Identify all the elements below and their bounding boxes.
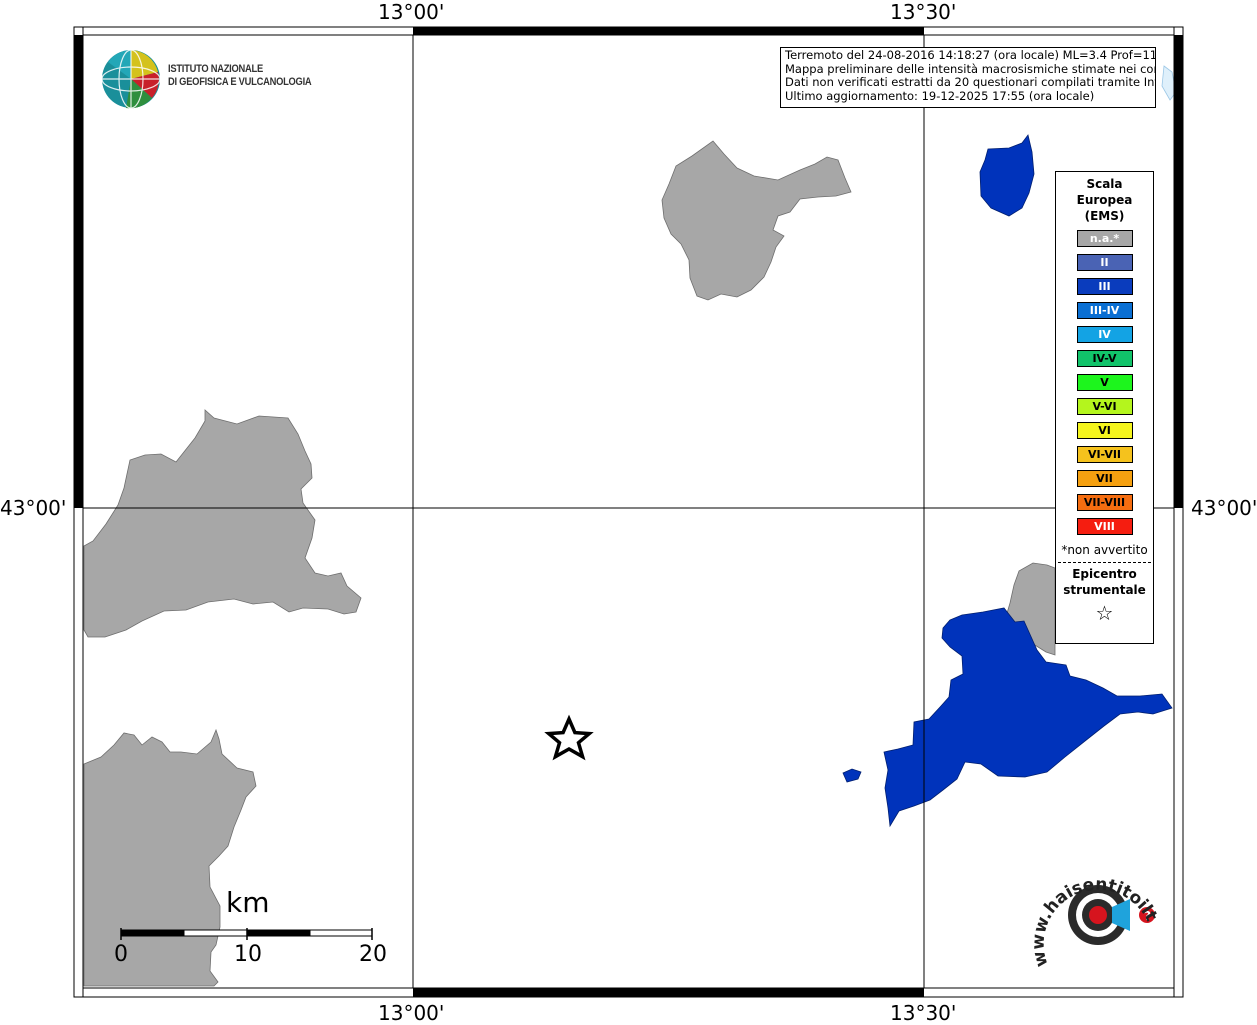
logo-line-1: ISTITUTO NAZIONALE [168, 63, 263, 75]
lat-label-left-4300: 43°00' [0, 496, 67, 520]
legend-epicenter-line-2: strumentale [1063, 583, 1146, 597]
speaker-target-icon: ? www.haisentitoilterremoto.it [1021, 840, 1161, 969]
info-line-4: Ultimo aggiornamento: 19-12-2025 17:55 (… [785, 88, 1095, 103]
earthquake-info-box: Terremoto del 24-08-2016 14:18:27 (ora l… [780, 47, 1156, 108]
legend-item-ii: II [1076, 254, 1133, 271]
legend-epicenter-star-icon: ☆ [1095, 601, 1114, 625]
lat-label-right-4300: 43°00' [1191, 496, 1257, 520]
legend-item-vii: VII [1076, 470, 1133, 487]
scale-bar-label-10: 10 [234, 942, 262, 967]
legend-item-iii-iv: III-IV [1076, 302, 1133, 319]
lon-label-top-1300: 13°00' [378, 0, 445, 24]
legend-item-vi-vii: VI-VII [1076, 446, 1133, 463]
legend-epicenter-line-1: Epicentro [1072, 567, 1137, 581]
info-line-3: Dati non verificati estratti da 20 quest… [785, 75, 1156, 89]
legend-item-viii: VIII [1076, 518, 1133, 535]
legend-item-v-vi: V-VI [1076, 398, 1133, 415]
ingv-globe-icon [101, 49, 161, 109]
scale-bar-label-0: 0 [114, 942, 128, 967]
scale-bar-unit: km [226, 886, 270, 919]
scale-bar-label-20: 20 [359, 942, 387, 967]
legend-item-iv: IV [1076, 326, 1133, 343]
ems-legend: Scala Europea (EMS) n.a.* II III III-IV IV IV… [1055, 171, 1154, 644]
info-line-1: Terremoto del 24-08-2016 14:18:27 (ora l… [785, 48, 1156, 62]
legend-separator [1058, 562, 1151, 563]
lon-label-bottom-1330: 13°30' [890, 1001, 957, 1025]
legend-item-iii: III [1076, 278, 1133, 295]
legend-item-vii-viii: VII-VIII [1076, 494, 1133, 511]
legend-item-n-a: n.a.* [1076, 230, 1133, 247]
info-line-2: Mappa preliminare delle intensità macros… [785, 61, 1156, 76]
legend-items: n.a.* II III III-IV IV IV-V V V-VI VI VI-VII VII VI… [1056, 230, 1153, 535]
haisentito-logo[interactable]: ? www.haisentitoilterremoto.it [1021, 840, 1170, 980]
legend-title-line-2: Europea [1076, 193, 1133, 207]
legend-item-v: V [1076, 374, 1133, 391]
legend-item-iv-v: IV-V [1076, 350, 1133, 367]
lon-label-top-1330: 13°30' [890, 0, 957, 24]
ingv-logo: ISTITUTO NAZIONALE DI GEOFISICA E VULCAN… [100, 48, 340, 110]
legend-note: *non avvertito [1061, 543, 1148, 557]
logo-line-2: DI GEOFISICA E VULCANOLOGIA [168, 76, 312, 88]
legend-title-line-3: (EMS) [1084, 209, 1125, 223]
lon-label-bottom-1300: 13°00' [378, 1001, 445, 1025]
legend-item-vi: VI [1076, 422, 1133, 439]
legend-title-line-1: Scala [1086, 177, 1123, 191]
